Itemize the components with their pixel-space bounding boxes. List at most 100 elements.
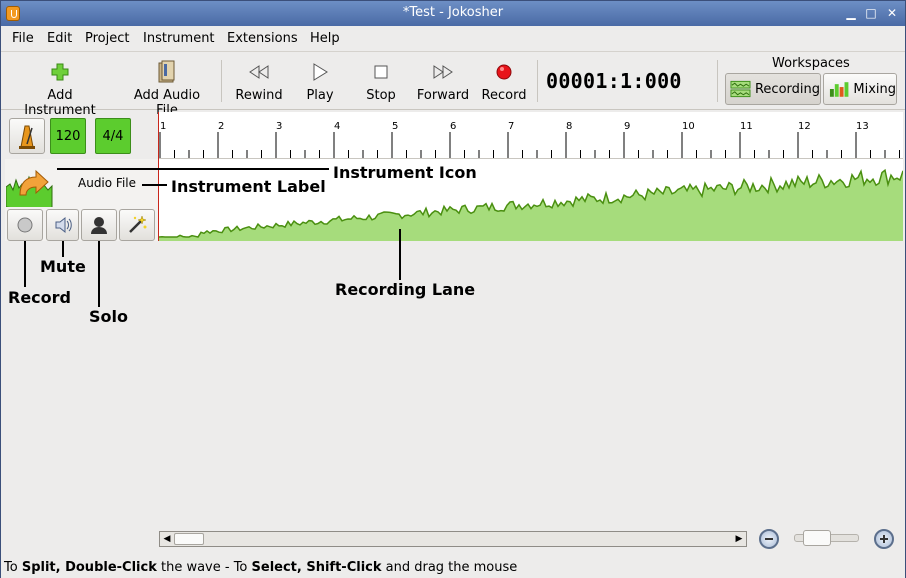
close-button[interactable]: ✕ (885, 6, 899, 20)
app-window: *Test - Jokosher ▁ □ ✕ File Edit Project… (0, 0, 906, 578)
zoom-in-button[interactable] (874, 529, 894, 549)
menu-file[interactable]: File (12, 31, 34, 46)
ruler-label: 4 (334, 121, 340, 132)
ruler-label: 9 (624, 121, 630, 132)
add-audio-file-button[interactable]: Add Audio File (121, 60, 213, 118)
play-icon (299, 60, 341, 84)
instrument-label[interactable]: Audio File (78, 176, 136, 190)
zoom-slider-thumb[interactable] (803, 530, 831, 546)
ruler-label: 1 (160, 121, 166, 132)
annotation-line-instrument-label (142, 184, 167, 186)
stop-button[interactable]: Stop (359, 60, 403, 103)
recording-workspace-icon (730, 80, 751, 98)
forward-label: Forward (416, 88, 470, 103)
metronome-icon (19, 125, 35, 149)
toolbar: Add Instrument Add Audio File Rewind Pla… (1, 52, 905, 118)
bpm-display[interactable]: 120 (50, 118, 86, 154)
mixing-workspace-icon (829, 82, 849, 97)
annotation-instrument-label: Instrument Label (171, 177, 326, 196)
status-bold-split: Split, Double-Click (21, 560, 157, 575)
ruler-label: 3 (276, 121, 282, 132)
menu-instrument[interactable]: Instrument (143, 31, 215, 46)
rewind-label: Rewind (235, 88, 283, 103)
status-text: the wave - To (156, 560, 252, 575)
speaker-icon (55, 216, 72, 234)
scroll-left-arrow-icon[interactable]: ◀ (160, 532, 174, 546)
mixing-workspace-label: Mixing (853, 81, 896, 97)
maximize-button[interactable]: □ (864, 6, 878, 20)
annotation-recording-lane: Recording Lane (335, 280, 476, 299)
scroll-right-arrow-icon[interactable]: ▶ (732, 532, 746, 546)
play-button[interactable]: Play (299, 60, 341, 103)
annotation-mute: Mute (40, 257, 86, 276)
recording-workspace-button[interactable]: Recording (725, 73, 821, 105)
window-title: *Test - Jokosher (402, 5, 504, 20)
ruler-label: 6 (450, 121, 456, 132)
status-text: and drag the mouse (381, 560, 518, 575)
horizontal-scrollbar[interactable]: ◀ ▶ (159, 531, 747, 547)
timecode-display: 00001:1:000 (546, 69, 682, 93)
ruler-label: 5 (392, 121, 398, 132)
toolbar-separator (537, 60, 538, 102)
ruler-label: 7 (508, 121, 514, 132)
record-label: Record (481, 88, 527, 103)
rewind-button[interactable]: Rewind (233, 60, 285, 103)
time-signature-display[interactable]: 4/4 (95, 118, 131, 154)
workspaces-title: Workspaces (772, 56, 850, 71)
audio-file-icon (121, 60, 213, 84)
annotation-instrument-icon: Instrument Icon (333, 163, 477, 182)
menu-extensions[interactable]: Extensions (227, 31, 298, 46)
menu-bar: File Edit Project Instrument Extensions … (1, 26, 905, 52)
zoom-slider[interactable] (794, 530, 859, 546)
audio-waveform (159, 168, 903, 241)
add-instrument-label: Add Instrument (24, 88, 96, 118)
annotation-line-recording-lane (399, 229, 401, 280)
mixing-workspace-button[interactable]: Mixing (823, 73, 897, 105)
timeline-ruler[interactable]: 1 2 3 4 5 6 7 8 9 10 11 12 13 (158, 112, 903, 159)
instrument-icon[interactable] (6, 161, 54, 207)
record-icon (479, 60, 529, 84)
minimize-button[interactable]: ▁ (844, 6, 858, 20)
recording-lane[interactable] (159, 159, 903, 241)
annotation-line-record (24, 241, 26, 287)
scrollbar-thumb[interactable] (174, 533, 204, 545)
add-instrument-button[interactable]: Add Instrument (10, 60, 110, 118)
status-bold-select: Select, Shift-Click (251, 560, 382, 575)
ruler-label: 10 (682, 121, 695, 132)
zoom-out-button[interactable] (759, 529, 779, 549)
track-record-button[interactable] (7, 209, 43, 241)
playhead[interactable] (158, 112, 159, 241)
toolbar-separator (717, 60, 718, 102)
toolbar-separator (221, 60, 222, 102)
record-arm-icon (17, 217, 33, 233)
ruler-label: 2 (218, 121, 224, 132)
forward-icon (415, 60, 471, 84)
magic-wand-icon (129, 215, 147, 233)
effects-button[interactable] (119, 209, 155, 241)
annotation-solo: Solo (89, 307, 128, 326)
stop-icon (359, 60, 403, 84)
zoom-out-icon (765, 538, 773, 540)
menu-help[interactable]: Help (310, 31, 340, 46)
annotation-line-mute (62, 241, 64, 257)
menu-edit[interactable]: Edit (47, 31, 72, 46)
annotation-line-solo (98, 241, 100, 307)
mute-button[interactable] (46, 209, 79, 241)
annotation-record: Record (8, 288, 71, 307)
solo-button[interactable] (81, 209, 117, 241)
play-label: Play (306, 88, 334, 103)
status-text: To (4, 560, 22, 575)
rewind-icon (233, 60, 285, 84)
ruler-label: 8 (566, 121, 572, 132)
ruler-label: 12 (798, 121, 811, 132)
forward-button[interactable]: Forward (415, 60, 471, 103)
stop-label: Stop (366, 88, 396, 103)
record-button[interactable]: Record (479, 60, 529, 103)
person-icon (91, 217, 107, 234)
metronome-button[interactable] (9, 118, 45, 154)
ruler-label: 13 (856, 121, 869, 132)
plus-icon (10, 60, 110, 84)
menu-project[interactable]: Project (85, 31, 129, 46)
title-bar[interactable]: *Test - Jokosher ▁ □ ✕ (1, 1, 905, 26)
recording-workspace-label: Recording (754, 81, 820, 97)
